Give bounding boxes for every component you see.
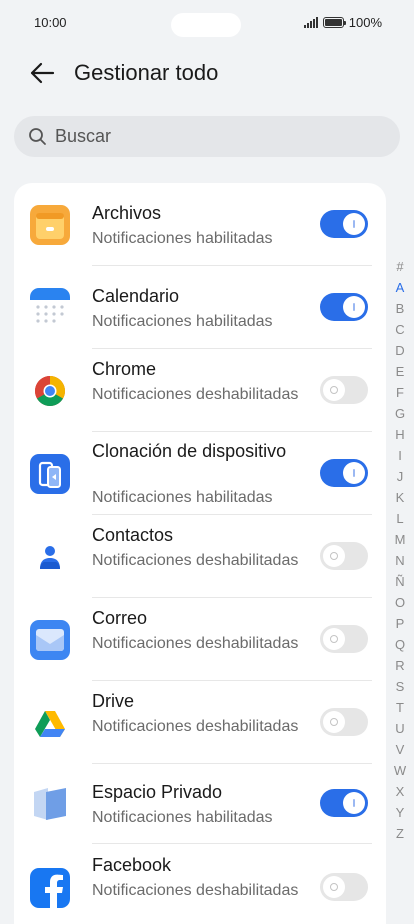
- alphabet-letter[interactable]: D: [390, 340, 410, 361]
- app-status: Notificaciones habilitadas: [92, 489, 273, 506]
- app-name: Espacio Privado: [92, 782, 223, 802]
- camera-pill: [171, 13, 241, 37]
- app-status: Notificaciones habilitadas: [92, 809, 273, 826]
- list-item-facebook[interactable]: Facebook Notificaciones deshabilitadas: [14, 844, 386, 924]
- alphabet-letter[interactable]: E: [390, 361, 410, 382]
- signal-icon: [303, 17, 318, 28]
- notification-toggle-facebook[interactable]: [320, 873, 368, 901]
- alphabet-letter[interactable]: G: [390, 403, 410, 424]
- app-status: Notificaciones deshabilitadas: [92, 635, 299, 652]
- app-name: Chrome: [92, 359, 157, 379]
- search-icon: [29, 128, 46, 145]
- alphabet-letter[interactable]: S: [390, 676, 410, 697]
- notification-toggle-drive[interactable]: [320, 708, 368, 736]
- alphabet-letter[interactable]: F: [390, 382, 410, 403]
- alphabet-letter[interactable]: L: [390, 508, 410, 529]
- alphabet-letter[interactable]: Z: [390, 823, 410, 844]
- list-item-drive[interactable]: Drive Notificaciones deshabilitadas: [14, 681, 386, 764]
- alphabet-letter[interactable]: Q: [390, 634, 410, 655]
- app-name: Calendario: [92, 286, 180, 306]
- app-list: Archivos Notificaciones habilitadas Cale…: [14, 183, 386, 924]
- alphabet-letter[interactable]: Y: [390, 802, 410, 823]
- battery-level: 100%: [348, 15, 382, 30]
- drive-icon: [35, 711, 65, 737]
- alphabet-letter[interactable]: U: [390, 718, 410, 739]
- list-item-archivos[interactable]: Archivos Notificaciones habilitadas: [14, 183, 386, 266]
- list-item-espacio-privado[interactable]: Espacio Privado Notificaciones habilitad…: [14, 764, 386, 844]
- app-name: Archivos: [92, 203, 162, 223]
- device-clone-icon: [30, 454, 70, 494]
- page-title: Gestionar todo: [74, 60, 219, 85]
- app-name: Correo: [92, 608, 148, 628]
- chrome-icon: [34, 376, 66, 407]
- alphabet-letter[interactable]: O: [390, 592, 410, 613]
- notification-toggle-contactos[interactable]: [320, 542, 368, 570]
- mail-icon: [30, 620, 70, 660]
- alphabet-letter[interactable]: K: [390, 487, 410, 508]
- search-input[interactable]: [55, 126, 355, 147]
- status-bar: 10:00 100%: [0, 0, 414, 46]
- list-item-correo[interactable]: Correo Notificaciones deshabilitadas: [14, 598, 386, 681]
- alphabet-index[interactable]: # A B C D E F G H I J K L M N Ñ O P Q R S T U V W X Y Z: [390, 256, 410, 844]
- alphabet-letter[interactable]: N: [390, 550, 410, 571]
- search-bar[interactable]: [14, 116, 400, 157]
- alphabet-letter[interactable]: T: [390, 697, 410, 718]
- alphabet-letter[interactable]: J: [390, 466, 410, 487]
- alphabet-letter[interactable]: R: [390, 655, 410, 676]
- app-status: Notificaciones deshabilitadas: [92, 552, 299, 569]
- app-status: Notificaciones habilitadas: [92, 230, 273, 247]
- list-item-contactos[interactable]: Contactos Notificaciones deshabilitadas: [14, 515, 386, 598]
- header: Gestionar todo: [0, 46, 414, 102]
- notification-toggle-calendario[interactable]: [320, 293, 368, 321]
- app-name: Contactos: [92, 525, 174, 545]
- alphabet-letter[interactable]: X: [390, 781, 410, 802]
- alphabet-letter[interactable]: W: [390, 760, 410, 781]
- app-status: Notificaciones deshabilitadas: [92, 386, 299, 403]
- alphabet-letter[interactable]: V: [390, 739, 410, 760]
- alphabet-letter[interactable]: P: [390, 613, 410, 634]
- files-icon: [30, 205, 70, 245]
- app-status: Notificaciones deshabilitadas: [92, 718, 299, 735]
- notification-toggle-clonacion[interactable]: [320, 459, 368, 487]
- app-status: Notificaciones deshabilitadas: [92, 882, 299, 899]
- app-status: Notificaciones habilitadas: [92, 313, 273, 330]
- notification-toggle-archivos[interactable]: [320, 210, 368, 238]
- notification-toggle-correo[interactable]: [320, 625, 368, 653]
- calendar-icon: [30, 288, 70, 328]
- list-item-calendario[interactable]: Calendario Notificaciones habilitadas: [14, 266, 386, 349]
- status-indicators: 100%: [303, 15, 382, 30]
- facebook-icon: [30, 868, 70, 908]
- alphabet-letter[interactable]: I: [390, 445, 410, 466]
- alphabet-letter[interactable]: C: [390, 319, 410, 340]
- battery-icon: [322, 17, 346, 28]
- list-item-chrome[interactable]: Chrome Notificaciones deshabilitadas: [14, 349, 386, 432]
- alphabet-letter[interactable]: M: [390, 529, 410, 550]
- contacts-icon: [40, 546, 60, 569]
- private-space-icon: [34, 788, 66, 820]
- alphabet-letter[interactable]: A: [390, 277, 410, 298]
- status-time: 10:00: [34, 15, 67, 30]
- back-button[interactable]: [26, 58, 58, 88]
- alphabet-letter[interactable]: Ñ: [390, 571, 410, 592]
- app-name: Clonación de dispositivo: [92, 441, 287, 461]
- list-item-clonacion-de-dispositivo[interactable]: Clonación de dispositivo Notificaciones …: [14, 432, 386, 515]
- notification-toggle-chrome[interactable]: [320, 376, 368, 404]
- app-name: Drive: [92, 691, 135, 711]
- notification-toggle-espacio-privado[interactable]: [320, 789, 368, 817]
- alphabet-letter[interactable]: B: [390, 298, 410, 319]
- back-arrow-icon: [30, 62, 55, 84]
- app-name: Facebook: [92, 855, 172, 875]
- alphabet-letter[interactable]: H: [390, 424, 410, 445]
- alphabet-letter[interactable]: #: [390, 256, 410, 277]
